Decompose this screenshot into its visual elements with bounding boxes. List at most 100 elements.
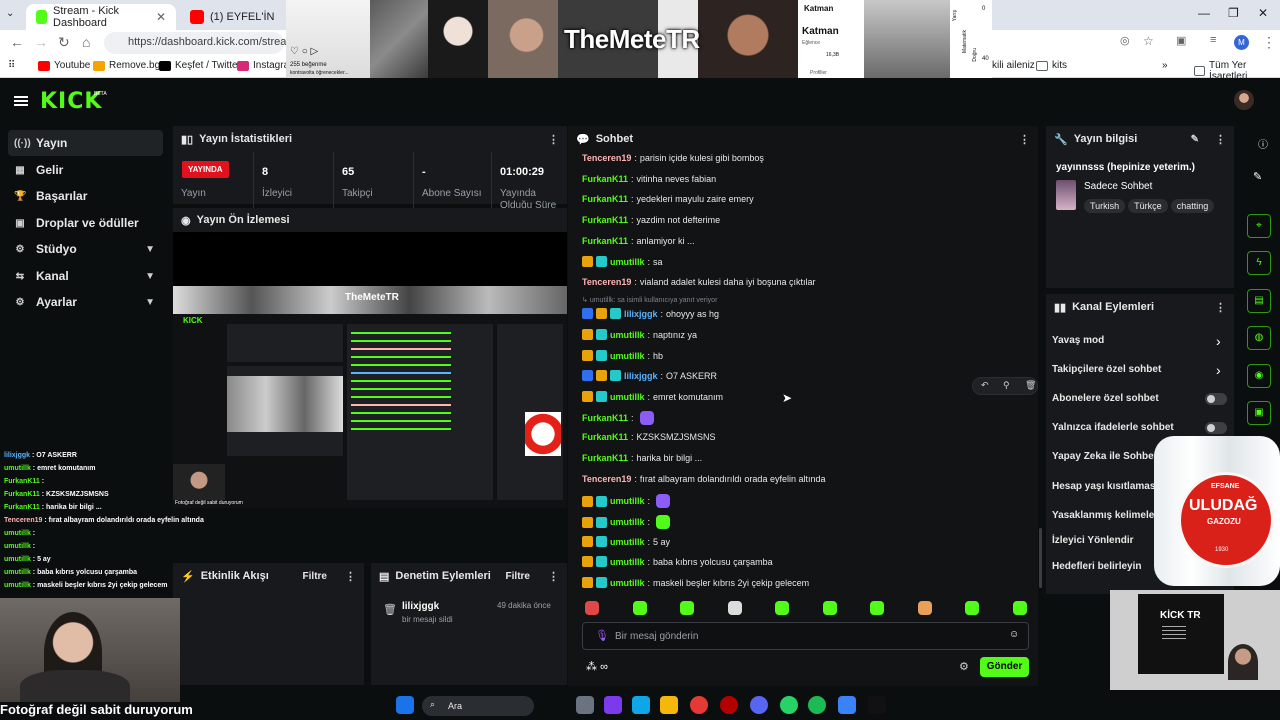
- tag[interactable]: chatting: [1170, 199, 1215, 213]
- emote-icon[interactable]: [822, 601, 837, 615]
- chat-username[interactable]: lilixjggk: [624, 309, 658, 319]
- bookmark-twitter[interactable]: Keşfet / Twitter: [159, 60, 241, 71]
- more-options-icon[interactable]: ⋮: [1215, 301, 1226, 314]
- chat-username[interactable]: Tenceren19: [582, 474, 631, 484]
- chat-message[interactable]: FurkanK11:: [582, 411, 654, 425]
- profile-avatar[interactable]: M: [1234, 35, 1249, 50]
- more-bookmarks-icon[interactable]: »: [1162, 60, 1168, 71]
- chat-username[interactable]: umutillk: [610, 392, 645, 402]
- forward-icon[interactable]: →: [34, 34, 48, 50]
- eye-off-icon[interactable]: ◎: [1120, 34, 1130, 47]
- gear-icon[interactable]: ⚙: [959, 660, 969, 673]
- chat-message[interactable]: Tenceren19: parisin içide kulesi gibi bom…: [582, 153, 764, 163]
- chevron-right-icon[interactable]: ›: [1216, 362, 1221, 378]
- taskbar-search[interactable]: ⌕ Ara: [422, 696, 534, 716]
- chat-message[interactable]: FurkanK11: harika bir bilgi ...: [582, 453, 702, 463]
- store-icon[interactable]: [838, 696, 856, 714]
- chat-username[interactable]: FurkanK11: [582, 174, 628, 184]
- minimize-icon[interactable]: —: [1198, 6, 1210, 20]
- chat-username[interactable]: umutillk: [610, 351, 645, 361]
- channel-action-item[interactable]: Yasaklanmış kelimeler: [1052, 510, 1158, 521]
- more-options-icon[interactable]: ⋮: [345, 570, 356, 583]
- spotify-icon[interactable]: [808, 696, 826, 714]
- info-icon[interactable]: ⓘ: [1258, 136, 1268, 151]
- reload-icon[interactable]: ↻: [58, 34, 70, 51]
- tag[interactable]: Turkish: [1084, 199, 1126, 213]
- edge-icon[interactable]: [632, 696, 650, 714]
- microphone-icon[interactable]: 🎙: [595, 629, 609, 642]
- emote-icon[interactable]: [917, 601, 932, 615]
- chat-message[interactable]: Tenceren19: fırat albayram dolandırıldı o…: [582, 474, 825, 484]
- chat-username[interactable]: Tenceren19: [582, 277, 631, 287]
- channel-action-item[interactable]: Abonelere özel sohbet: [1052, 393, 1159, 404]
- chat-username[interactable]: FurkanK11: [582, 236, 628, 246]
- chat-username[interactable]: umutillk: [610, 557, 645, 567]
- chat-message[interactable]: lilixjggk: ohoyyy as hg: [582, 308, 719, 319]
- user-avatar[interactable]: [1234, 90, 1254, 110]
- emoji-icon[interactable]: ☺: [1009, 629, 1019, 640]
- menu-dots-icon[interactable]: ⋮: [1262, 34, 1276, 51]
- chat-message[interactable]: umutillk: maskeli beşler kıbrıs 2yi çekip…: [582, 577, 809, 588]
- chat-message[interactable]: umutillk: naptınız ya: [582, 329, 697, 340]
- sidebar-item-yayin[interactable]: ((·)) Yayın: [8, 130, 163, 156]
- chat-message[interactable]: FurkanK11: KZSKSMZJSMSNS: [582, 432, 716, 442]
- chat-message[interactable]: umutillk: emret komutanım: [582, 391, 723, 402]
- reply-icon[interactable]: ↶: [981, 380, 989, 391]
- chat-message[interactable]: FurkanK11: anlamiyor ki ...: [582, 236, 695, 246]
- emote-icon[interactable]: [680, 601, 694, 615]
- windows-start-icon[interactable]: [396, 696, 414, 714]
- bookmark-star-icon[interactable]: ☆: [1143, 34, 1154, 48]
- more-options-icon[interactable]: ⋮: [548, 570, 559, 583]
- channel-action-item[interactable]: Takipçilere özel sohbet: [1052, 364, 1161, 375]
- copilot-icon[interactable]: [604, 696, 622, 714]
- chat-username[interactable]: FurkanK11: [582, 413, 628, 423]
- filter-button[interactable]: Filtre: [303, 571, 327, 582]
- notes-icon[interactable]: ▤: [1247, 289, 1271, 313]
- channel-action-item[interactable]: Yapay Zeka ile Sohbet: [1052, 451, 1157, 462]
- chat-message[interactable]: umutillk:: [582, 515, 671, 529]
- chat-username[interactable]: lilixjggk: [624, 371, 658, 381]
- channel-action-item[interactable]: Hedefleri belirleyin: [1052, 561, 1141, 572]
- extensions-icon[interactable]: ▣: [1176, 34, 1186, 47]
- chat-message[interactable]: FurkanK11: vitinha neves fabian: [582, 174, 716, 184]
- channel-action-item[interactable]: Hesap yaşı kısıtlaması: [1052, 481, 1158, 492]
- maximize-icon[interactable]: ❐: [1228, 6, 1239, 20]
- sidebar-item-basarilar[interactable]: 🏆 Başarılar: [8, 183, 163, 209]
- chat-input[interactable]: 🎙 Bir mesaj gönderin ☺: [582, 622, 1029, 650]
- emote-icon[interactable]: [965, 601, 979, 615]
- emote-icon[interactable]: [632, 601, 647, 615]
- more-options-icon[interactable]: ⋮: [1019, 133, 1030, 146]
- emote-icon[interactable]: [727, 601, 742, 615]
- chat-message[interactable]: Tenceren19: vialand adalet kulesi daha iy…: [582, 277, 815, 287]
- users-icon[interactable]: ⁂: [586, 661, 597, 673]
- chat-username[interactable]: FurkanK11: [582, 215, 628, 225]
- bookmark-kits[interactable]: kits: [1036, 60, 1067, 71]
- more-options-icon[interactable]: ⋮: [548, 133, 559, 146]
- media-icon[interactable]: ≡: [1210, 34, 1216, 46]
- bolt-icon[interactable]: ϟ: [1247, 251, 1271, 275]
- send-button[interactable]: Gönder: [980, 657, 1029, 677]
- chat-message[interactable]: FurkanK11: yedekleri mayulu zaire emery: [582, 194, 754, 204]
- sidebar-item-kanal[interactable]: ⇆ Kanal ▼: [8, 263, 163, 289]
- channel-action-item[interactable]: İzleyici Yönlendir: [1052, 535, 1134, 546]
- home-icon[interactable]: ⌂: [82, 34, 90, 50]
- sidebar-item-droplar[interactable]: ▣ Droplar ve ödüller: [8, 210, 163, 236]
- pin-icon[interactable]: ⚲: [1003, 380, 1010, 391]
- close-tab-icon[interactable]: ✕: [156, 10, 166, 24]
- app-icon[interactable]: [868, 696, 886, 714]
- opera-icon[interactable]: [720, 696, 738, 714]
- tab-list-icon[interactable]: ⌄: [6, 8, 14, 19]
- bookmark-removebg[interactable]: Remove.bg: [93, 60, 160, 71]
- pencil-icon[interactable]: ✎: [1253, 170, 1262, 183]
- chat-scrollbar[interactable]: [1039, 528, 1042, 588]
- stream-preview-video[interactable]: TheMeteTR KICK Fotoğraf değil sabit duru…: [173, 286, 567, 508]
- chat-message[interactable]: umutillk: baba kıbrıs yolcusu çarşamba: [582, 556, 773, 567]
- chat-message[interactable]: umutillk:5 ay: [582, 536, 670, 547]
- sidebar-item-ayarlar[interactable]: ⚙ Ayarlar ▼: [8, 289, 163, 315]
- chrome-icon[interactable]: [690, 696, 708, 714]
- bookmark-kili-aileniz[interactable]: kili aileniz: [992, 60, 1035, 71]
- tag[interactable]: Türkçe: [1128, 199, 1168, 213]
- emote-icon[interactable]: [585, 601, 599, 615]
- delete-icon[interactable]: 🗑: [1025, 380, 1036, 391]
- chat-username[interactable]: FurkanK11: [582, 453, 628, 463]
